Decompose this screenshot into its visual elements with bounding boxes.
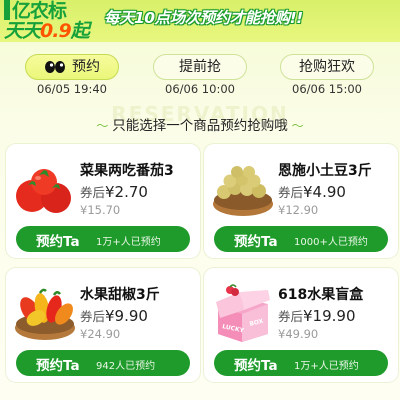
product-card[interactable]: 水果甜椒3斤 券后¥9.90 ¥24.90 预约Ta 942人已预约 bbox=[6, 268, 200, 382]
pepper-image bbox=[15, 288, 75, 340]
blind-box-image: LUCKY BOX bbox=[216, 284, 270, 342]
tab-label: 抢购狂欢 bbox=[299, 59, 355, 75]
brand-tagline-prefix: 天天 bbox=[4, 20, 41, 42]
product-card[interactable]: LUCKY BOX 618水果盲盒 券后¥19.90 ¥49.90 预约Ta 1… bbox=[204, 268, 398, 382]
reserve-button[interactable]: 预约Ta 1万+人已预约 bbox=[16, 226, 190, 252]
price-value: ¥19.90 bbox=[303, 307, 356, 325]
reserve-button[interactable]: 预约Ta 1000+人已预约 bbox=[214, 226, 388, 252]
tab-time: 06/06 15:00 bbox=[292, 82, 362, 96]
original-price: ¥12.90 bbox=[278, 203, 319, 217]
product-price: 券后¥4.90 bbox=[278, 182, 346, 201]
price-prefix: 券后 bbox=[80, 185, 106, 200]
section-subtitle: 〜 只能选择一个商品预约抢购哦 〜 bbox=[0, 114, 400, 134]
reserve-button-label: 预约Ta bbox=[36, 358, 80, 374]
product-price: 券后¥19.90 bbox=[278, 306, 356, 325]
product-name: 菜果两吃番茄3 bbox=[80, 163, 174, 179]
tab-early-grab[interactable]: 提前抢 bbox=[153, 54, 247, 80]
price-prefix: 券后 bbox=[278, 185, 304, 200]
tab-label: 预约 bbox=[72, 59, 100, 75]
product-name: 恩施小土豆3斤 bbox=[278, 163, 372, 179]
reserve-button-label: 预约Ta bbox=[36, 234, 80, 250]
price-value: ¥2.70 bbox=[105, 183, 148, 201]
reserve-count: 1万+人已预约 bbox=[294, 361, 359, 372]
brand-tagline-price: 0.9 bbox=[40, 20, 72, 42]
reserve-count: 1000+人已预约 bbox=[294, 237, 368, 248]
tab-time: 06/05 19:40 bbox=[37, 82, 107, 96]
tab-label: 提前抢 bbox=[179, 59, 221, 75]
reserve-count: 942人已预约 bbox=[96, 361, 156, 372]
session-tabs: 预约 06/05 19:40 提前抢 06/06 10:00 抢购狂欢 06/0… bbox=[0, 50, 400, 100]
product-card[interactable]: 恩施小土豆3斤 券后¥4.90 ¥12.90 预约Ta 1000+人已预约 bbox=[204, 144, 398, 258]
price-value: ¥9.90 bbox=[105, 307, 148, 325]
tab-flash-sale[interactable]: 抢购狂欢 bbox=[280, 54, 374, 80]
product-name: 618水果盲盒 bbox=[278, 287, 364, 303]
product-name: 水果甜椒3斤 bbox=[80, 287, 160, 303]
reserve-button[interactable]: 预约Ta 942人已预约 bbox=[16, 350, 190, 376]
reserve-button-label: 预约Ta bbox=[234, 234, 278, 250]
original-price: ¥49.90 bbox=[278, 327, 319, 341]
tab-time: 06/06 10:00 bbox=[165, 82, 235, 96]
eyes-icon bbox=[45, 61, 65, 73]
slogan: 每天10点场次预约才能抢购!! bbox=[104, 9, 303, 27]
original-price: ¥24.90 bbox=[80, 327, 121, 341]
price-prefix: 券后 bbox=[278, 309, 304, 324]
product-card[interactable]: 菜果两吃番茄3 券后¥2.70 ¥15.70 预约Ta 1万+人已预约 bbox=[6, 144, 200, 258]
reserve-button-label: 预约Ta bbox=[234, 358, 278, 374]
original-price: ¥15.70 bbox=[80, 203, 121, 217]
subtitle-text: 只能选择一个商品预约抢购哦 bbox=[112, 118, 288, 134]
price-prefix: 券后 bbox=[80, 309, 106, 324]
top-banner: 亿农标 天天0.9起 每天10点场次预约才能抢购!! bbox=[0, 0, 400, 42]
brand-tagline-suffix: 起 bbox=[70, 20, 90, 42]
tab-reserve[interactable]: 预约 bbox=[25, 54, 119, 80]
reserve-button[interactable]: 预约Ta 1万+人已预约 bbox=[214, 350, 388, 376]
price-value: ¥4.90 bbox=[303, 183, 346, 201]
wave-left-icon: 〜 bbox=[96, 119, 113, 133]
wave-right-icon: 〜 bbox=[287, 119, 304, 133]
tomato-image bbox=[16, 169, 71, 213]
potato-image bbox=[213, 166, 273, 216]
product-price: 券后¥2.70 bbox=[80, 182, 148, 201]
brand-logo: 亿农标 天天0.9起 bbox=[4, 0, 94, 42]
product-price: 券后¥9.90 bbox=[80, 306, 148, 325]
reserve-count: 1万+人已预约 bbox=[96, 237, 161, 248]
